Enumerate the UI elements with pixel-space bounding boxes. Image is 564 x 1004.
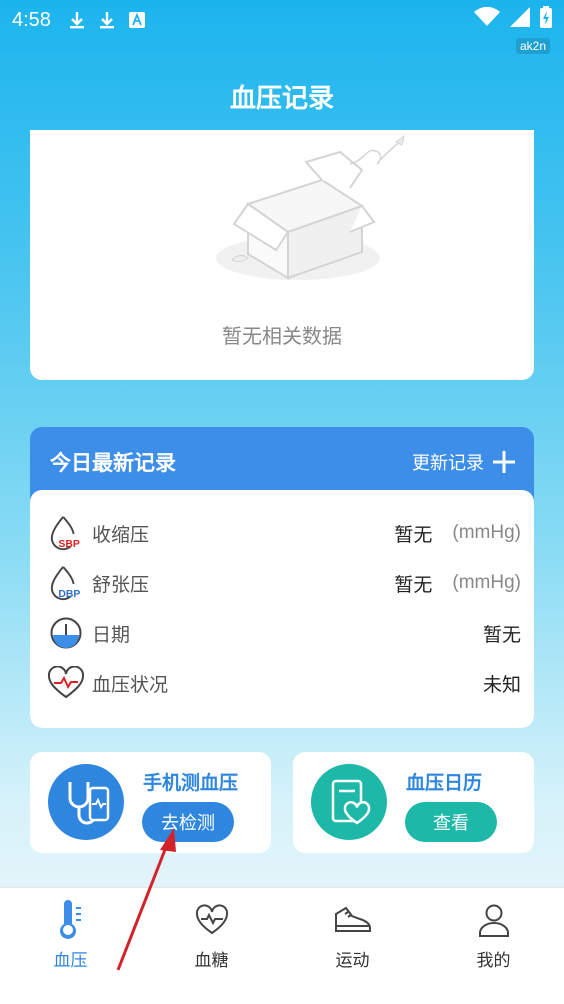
nav-label: 血糖 <box>194 951 229 971</box>
status-bar: 4:58 <box>0 0 564 40</box>
nav-item-profile[interactable]: 我的 <box>423 888 564 1004</box>
update-record-button[interactable]: 更新记录 <box>412 449 516 475</box>
empty-state-text: 暂无相关数据 <box>222 324 342 348</box>
tile-title: 手机测血压 <box>143 772 239 794</box>
update-record-label: 更新记录 <box>412 453 484 474</box>
row-value: 暂无 <box>394 573 433 596</box>
tile-title: 血压日历 <box>406 772 483 794</box>
row-value: 暂无 <box>482 623 521 646</box>
record-body: SBP 收缩压 暂无 (mmHg) DBP 舒张压 暂无 (mmHg) 日期 暂… <box>30 490 534 728</box>
wifi-icon <box>474 7 500 26</box>
nav-label: 运动 <box>335 951 370 971</box>
app-badge: ak2n <box>515 38 550 54</box>
row-label: 舒张压 <box>92 573 150 596</box>
dbp-icon: DBP <box>48 565 84 601</box>
record-row-dbp: DBP 舒张压 暂无 (mmHg) <box>30 558 534 608</box>
svg-text:DBP: DBP <box>58 589 80 600</box>
row-label: 日期 <box>92 623 131 646</box>
plus-icon <box>493 451 515 473</box>
sneaker-icon <box>333 900 373 940</box>
calendar-heart-icon <box>311 764 387 840</box>
thermometer-icon <box>51 900 91 940</box>
bottom-nav: 血压 血糖 运动 我的 <box>0 887 564 1004</box>
download-icon <box>69 12 84 29</box>
calendar-tile[interactable]: 血压日历 查看 <box>293 752 534 853</box>
status-time: 4:58 <box>12 8 51 31</box>
battery-icon <box>540 6 552 28</box>
record-header: 今日最新记录 更新记录 <box>30 427 534 497</box>
heart-pulse-icon <box>192 900 232 940</box>
record-row-status: 血压状况 未知 <box>30 658 534 708</box>
app-notification-icon <box>128 12 145 28</box>
row-unit: (mmHg) <box>452 522 521 543</box>
download-icon <box>99 12 114 29</box>
page-title: 血压记录 <box>229 84 334 114</box>
row-label: 血压状况 <box>92 673 169 696</box>
sbp-icon: SBP <box>48 515 84 551</box>
nav-item-exercise[interactable]: 运动 <box>282 888 423 1004</box>
row-value: 暂无 <box>394 523 433 546</box>
signal-icon <box>510 7 530 27</box>
row-value: 未知 <box>482 673 521 696</box>
record-row-sbp: SBP 收缩压 暂无 (mmHg) <box>30 508 534 558</box>
view-calendar-button[interactable]: 查看 <box>405 802 497 842</box>
chart-card: 暂无相关数据 <box>30 130 534 380</box>
nav-label: 血压 <box>53 951 88 971</box>
date-icon <box>48 615 84 651</box>
red-arrow-annotation <box>116 828 176 971</box>
heart-status-icon <box>48 665 84 701</box>
record-row-date: 日期 暂无 <box>30 608 534 658</box>
svg-text:SBP: SBP <box>58 539 79 550</box>
row-label: 收缩压 <box>92 523 150 546</box>
notification-icons <box>69 10 145 30</box>
record-title: 今日最新记录 <box>50 451 176 475</box>
today-record-card: 今日最新记录 更新记录 SBP 收缩压 暂无 (mmHg) DBP 舒张压 暂无… <box>30 427 534 728</box>
user-icon <box>474 900 514 940</box>
empty-box-icon <box>216 134 405 280</box>
row-unit: (mmHg) <box>452 572 521 593</box>
nav-label: 我的 <box>476 951 511 971</box>
system-icons <box>474 6 552 28</box>
